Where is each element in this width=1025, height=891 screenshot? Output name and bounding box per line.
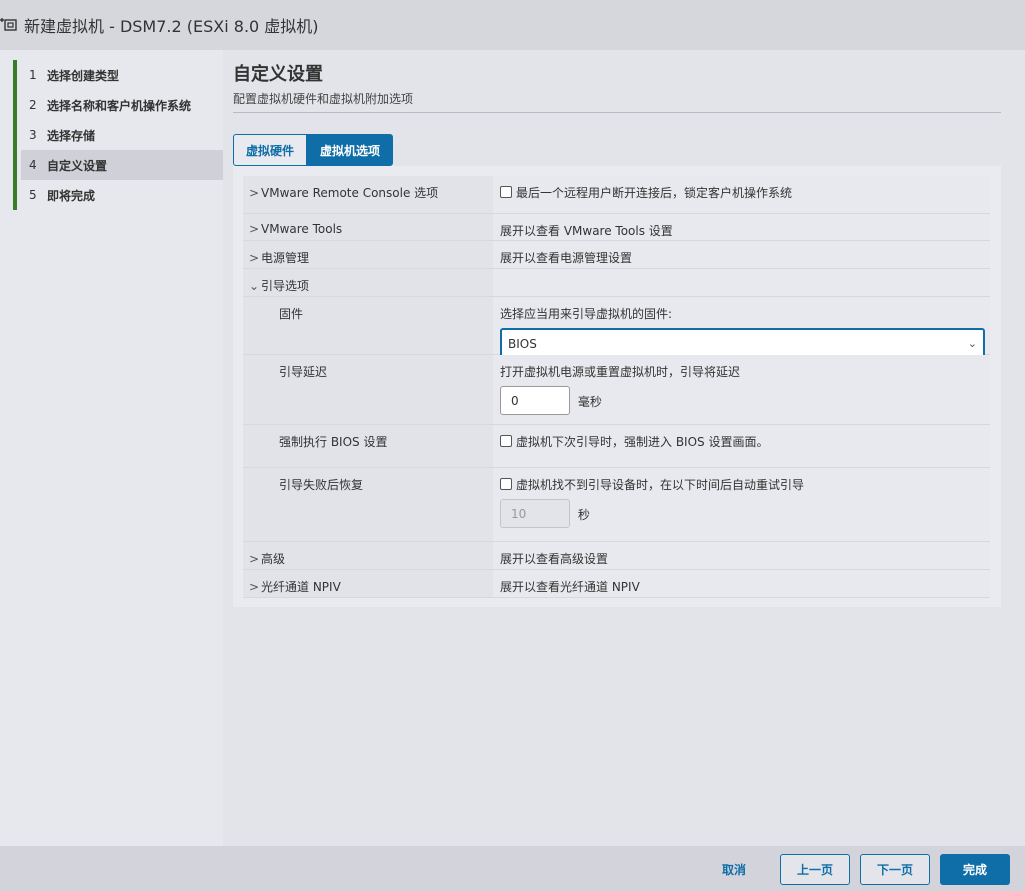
checkbox-label: 虚拟机找不到引导设备时，在以下时间后自动重试引导 — [516, 478, 805, 492]
boot-delay-hint: 打开虚拟机电源或重置虚拟机时，引导将延迟 — [500, 365, 741, 379]
step-label: 选择创建类型 — [47, 68, 120, 83]
row-label: 光纤通道 NPIV — [261, 580, 341, 594]
chevron-right-icon: > — [249, 580, 260, 594]
row-value: 展开以查看光纤通道 NPIV — [493, 570, 990, 597]
row-value: 展开以查看 VMware Tools 设置 — [493, 214, 990, 240]
firmware-selected-value: BIOS — [508, 336, 537, 351]
next-button[interactable]: 下一页 — [860, 854, 930, 885]
page-title: 自定义设置 — [233, 64, 323, 85]
row-value: 虚拟机下次引导时，强制进入 BIOS 设置画面。 — [493, 425, 990, 467]
row-header[interactable]: > 光纤通道 NPIV — [243, 570, 493, 597]
retry-seconds-unit: 秒 — [577, 507, 590, 522]
step-4[interactable]: 4 自定义设置 — [21, 150, 223, 180]
step-label: 即将完成 — [47, 188, 96, 203]
step-1[interactable]: 1 选择创建类型 — [21, 60, 223, 90]
row-header[interactable]: > 电源管理 — [243, 241, 493, 268]
row-label: 引导延迟 — [243, 355, 493, 424]
row-value: 展开以查看电源管理设置 — [493, 241, 990, 268]
step-2[interactable]: 2 选择名称和客户机操作系统 — [21, 90, 223, 120]
row-label: 固件 — [243, 297, 493, 354]
row-value: 打开虚拟机电源或重置虚拟机时，引导将延迟 0 毫秒 — [493, 355, 990, 424]
step-number: 5 — [29, 188, 37, 202]
row-vmware-tools: > VMware Tools 展开以查看 VMware Tools 设置 — [243, 214, 990, 241]
boot-retry-checkbox[interactable] — [500, 478, 512, 490]
row-npiv: > 光纤通道 NPIV 展开以查看光纤通道 NPIV — [243, 570, 990, 598]
boot-delay-unit: 毫秒 — [577, 394, 602, 409]
lock-guest-checkbox[interactable] — [500, 186, 512, 198]
step-5[interactable]: 5 即将完成 — [21, 180, 223, 210]
row-label: 电源管理 — [261, 251, 310, 265]
row-value: 最后一个远程用户断开连接后，锁定客户机操作系统 — [493, 176, 990, 213]
chevron-right-icon: > — [249, 222, 260, 236]
cancel-button[interactable]: 取消 — [705, 854, 763, 885]
tab-virtual-hardware[interactable]: 虚拟硬件 — [233, 134, 308, 166]
step-number: 4 — [29, 158, 37, 172]
chevron-right-icon: > — [249, 552, 260, 566]
retry-seconds-input[interactable]: 10 — [500, 499, 570, 528]
step-label: 自定义设置 — [47, 158, 108, 173]
row-power-management: > 电源管理 展开以查看电源管理设置 — [243, 241, 990, 269]
chevron-down-icon: ⌄ — [967, 337, 977, 350]
row-advanced: > 高级 展开以查看高级设置 — [243, 542, 990, 570]
row-label: 引导选项 — [261, 279, 310, 293]
row-firmware: 固件 选择应当用来引导虚拟机的固件: BIOS ⌄ — [243, 297, 990, 359]
row-label: 强制执行 BIOS 设置 — [243, 425, 493, 467]
row-value — [493, 269, 990, 296]
row-force-bios: 强制执行 BIOS 设置 虚拟机下次引导时，强制进入 BIOS 设置画面。 — [243, 425, 990, 468]
chevron-down-icon: ⌄ — [249, 279, 260, 293]
wizard-footer: 取消 上一页 下一页 完成 — [0, 846, 1025, 891]
wizard-steps: 1 选择创建类型 2 选择名称和客户机操作系统 3 选择存储 4 自定义设置 5… — [0, 50, 223, 846]
row-header[interactable]: ⌄ 引导选项 — [243, 269, 493, 296]
steps-progress-bar — [13, 60, 17, 210]
row-label: VMware Tools — [261, 222, 343, 236]
finish-button[interactable]: 完成 — [940, 854, 1010, 885]
row-label: VMware Remote Console 选项 — [261, 186, 439, 200]
row-vmrc: > VMware Remote Console 选项 最后一个远程用户断开连接后，… — [243, 176, 990, 214]
row-boot-delay: 引导延迟 打开虚拟机电源或重置虚拟机时，引导将延迟 0 毫秒 — [243, 355, 990, 425]
step-label: 选择存储 — [47, 128, 96, 143]
step-3[interactable]: 3 选择存储 — [21, 120, 223, 150]
row-value: 虚拟机找不到引导设备时，在以下时间后自动重试引导 10 秒 — [493, 468, 990, 541]
options-panel: > VMware Remote Console 选项 最后一个远程用户断开连接后，… — [233, 166, 1001, 607]
tab-bar: 虚拟硬件 虚拟机选项 — [233, 134, 394, 166]
row-value: 展开以查看高级设置 — [493, 542, 990, 569]
boot-delay-input[interactable]: 0 — [500, 386, 570, 415]
firmware-hint: 选择应当用来引导虚拟机的固件: — [500, 307, 673, 321]
step-number: 1 — [29, 68, 37, 82]
title-bar: 新建虚拟机 - DSM7.2 (ESXi 8.0 虚拟机) — [0, 0, 1025, 50]
window-title: 新建虚拟机 - DSM7.2 (ESXi 8.0 虚拟机) — [24, 17, 319, 36]
options-grid: > VMware Remote Console 选项 最后一个远程用户断开连接后，… — [243, 176, 990, 598]
row-value: 选择应当用来引导虚拟机的固件: BIOS ⌄ — [493, 297, 990, 359]
force-bios-checkbox[interactable] — [500, 435, 512, 447]
checkbox-label: 最后一个远程用户断开连接后，锁定客户机操作系统 — [516, 186, 793, 200]
new-vm-icon — [0, 16, 18, 34]
tab-vm-options[interactable]: 虚拟机选项 — [307, 134, 394, 166]
row-header[interactable]: > VMware Remote Console 选项 — [243, 176, 493, 213]
chevron-right-icon: > — [249, 251, 260, 265]
step-number: 2 — [29, 98, 37, 112]
back-button[interactable]: 上一页 — [780, 854, 850, 885]
row-label: 引导失败后恢复 — [243, 468, 493, 541]
row-header[interactable]: > 高级 — [243, 542, 493, 569]
step-number: 3 — [29, 128, 37, 142]
row-boot-options: ⌄ 引导选项 — [243, 269, 990, 297]
checkbox-label: 虚拟机下次引导时，强制进入 BIOS 设置画面。 — [516, 435, 769, 449]
page-subtitle: 配置虚拟机硬件和虚拟机附加选项 — [233, 92, 414, 106]
step-label: 选择名称和客户机操作系统 — [47, 98, 192, 113]
chevron-right-icon: > — [249, 186, 260, 200]
row-header[interactable]: > VMware Tools — [243, 214, 493, 240]
row-label: 高级 — [261, 552, 286, 566]
main-content: 自定义设置 配置虚拟机硬件和虚拟机附加选项 虚拟硬件 虚拟机选项 > VMware… — [223, 50, 1025, 846]
row-boot-retry: 引导失败后恢复 虚拟机找不到引导设备时，在以下时间后自动重试引导 10 秒 — [243, 468, 990, 542]
divider — [233, 112, 1001, 113]
